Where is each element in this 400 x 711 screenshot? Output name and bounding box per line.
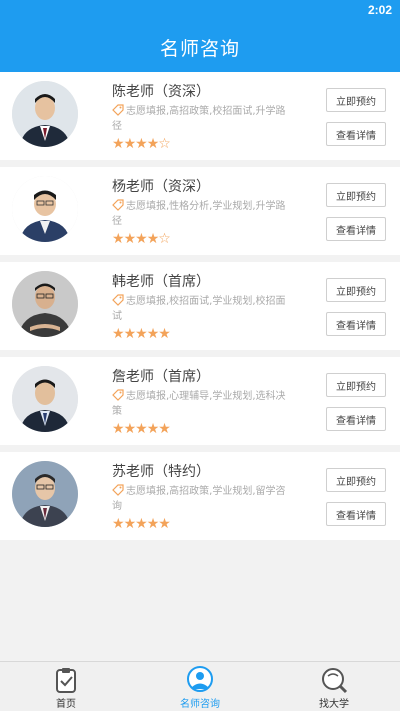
view-details-button[interactable]: 查看详情 — [326, 312, 386, 336]
star-icon: ★ — [135, 136, 148, 152]
teacher-name: 苏老师（特约） — [112, 464, 210, 480]
star-icon: ★ — [135, 326, 148, 342]
bottom-tab-bar: 首页 名师咨询 找大学 — [0, 661, 400, 711]
star-icon: ★ — [146, 516, 160, 532]
view-details-button[interactable]: 查看详情 — [326, 502, 386, 526]
book-now-button[interactable]: 立即预约 — [326, 278, 386, 302]
star-rating: ★★★★★ — [112, 421, 171, 437]
avatar — [12, 81, 78, 147]
avatar-portrait-icon — [12, 81, 78, 147]
star-icon: ★ — [146, 421, 160, 437]
view-details-button[interactable]: 查看详情 — [326, 407, 386, 431]
tab-label: 首页 — [56, 699, 76, 710]
tag-text: 志愿填报,性格分析,学业规划,升学路径 — [112, 201, 286, 227]
consultant-icon — [187, 666, 213, 692]
clipboard-icon — [56, 668, 76, 693]
view-details-button[interactable]: 查看详情 — [326, 122, 386, 146]
tag-icon — [112, 294, 124, 306]
star-icon: ★ — [123, 326, 137, 342]
star-icon: ★ — [135, 421, 148, 437]
teacher-card: 詹老师（首席） 志愿填报,心理辅导,学业规划,选科决策 ★★★★★ 立即预约 查… — [0, 357, 400, 445]
star-icon: ★ — [135, 231, 148, 247]
status-bar: 2:02 — [0, 0, 400, 22]
tag-icon — [112, 104, 124, 116]
star-rating: ★★★★☆ — [112, 231, 171, 247]
search-icon — [322, 668, 348, 694]
star-icon: ★ — [123, 136, 137, 152]
star-rating: ★★★★★ — [112, 516, 171, 532]
teacher-card: 杨老师（资深） 志愿填报,性格分析,学业规划,升学路径 ★★★★☆ 立即预约 查… — [0, 167, 400, 255]
tab-home[interactable]: 首页 — [16, 662, 116, 711]
star-icon: ★ — [158, 326, 171, 342]
avatar-portrait-icon — [12, 461, 78, 527]
teacher-tags: 志愿填报,高招政策,学业规划,留学咨询 — [112, 484, 288, 514]
star-icon: ★ — [158, 516, 171, 532]
book-now-button[interactable]: 立即预约 — [326, 373, 386, 397]
page-title: 名师咨询 — [159, 37, 240, 60]
teacher-tags: 志愿填报,校招面试,学业规划,校招面试 — [112, 294, 288, 324]
star-icon: ★ — [123, 516, 137, 532]
star-icon: ★ — [135, 516, 148, 532]
star-icon: ★ — [146, 231, 160, 247]
tag-icon — [112, 199, 124, 211]
star-icon: ★ — [112, 136, 125, 152]
star-icon: ★ — [158, 421, 171, 437]
teacher-tags: 志愿填报,高招政策,校招面试,升学路径 — [112, 104, 288, 134]
teacher-tags: 志愿填报,性格分析,学业规划,升学路径 — [112, 199, 288, 229]
teacher-name: 陈老师（资深） — [112, 84, 210, 100]
tag-text: 志愿填报,高招政策,学业规划,留学咨询 — [112, 486, 286, 512]
status-time: 2:02 — [367, 3, 392, 17]
book-now-button[interactable]: 立即预约 — [326, 468, 386, 492]
teacher-name: 杨老师（资深） — [112, 179, 210, 195]
avatar-portrait-icon — [12, 366, 78, 432]
avatar-portrait-icon — [12, 271, 78, 337]
view-details-button[interactable]: 查看详情 — [326, 217, 386, 241]
tag-icon — [112, 484, 124, 496]
star-icon: ★ — [146, 326, 160, 342]
teacher-name: 詹老师（首席） — [112, 369, 210, 385]
tab-find-university[interactable]: 找大学 — [284, 662, 384, 711]
teacher-card: 韩老师（首席） 志愿填报,校招面试,学业规划,校招面试 ★★★★★ 立即预约 查… — [0, 262, 400, 350]
star-outline-icon: ☆ — [158, 136, 171, 152]
star-icon: ★ — [112, 516, 125, 532]
teacher-tags: 志愿填报,心理辅导,学业规划,选科决策 — [112, 389, 288, 419]
tab-consult[interactable]: 名师咨询 — [150, 662, 250, 711]
avatar — [12, 271, 78, 337]
star-icon: ★ — [146, 136, 160, 152]
tag-text: 志愿填报,高招政策,校招面试,升学路径 — [112, 106, 286, 132]
teacher-card: 苏老师（特约） 志愿填报,高招政策,学业规划,留学咨询 ★★★★★ 立即预约 查… — [0, 452, 400, 540]
avatar-portrait-icon — [12, 176, 78, 242]
book-now-button[interactable]: 立即预约 — [326, 88, 386, 112]
avatar — [12, 366, 78, 432]
star-rating: ★★★★★ — [112, 326, 171, 342]
teacher-name: 韩老师（首席） — [112, 274, 210, 290]
app-header: 名师咨询 — [0, 22, 400, 72]
star-icon: ★ — [112, 421, 125, 437]
star-rating: ★★★★☆ — [112, 136, 171, 152]
tab-label: 名师咨询 — [180, 699, 220, 710]
tag-text: 志愿填报,心理辅导,学业规划,选科决策 — [112, 391, 286, 417]
tab-label: 找大学 — [319, 699, 349, 710]
star-icon: ★ — [123, 231, 137, 247]
star-icon: ★ — [123, 421, 137, 437]
tag-text: 志愿填报,校招面试,学业规划,校招面试 — [112, 296, 286, 322]
star-icon: ★ — [112, 326, 125, 342]
avatar — [12, 461, 78, 527]
tag-icon — [112, 389, 124, 401]
star-outline-icon: ☆ — [158, 231, 171, 247]
star-icon: ★ — [112, 231, 125, 247]
book-now-button[interactable]: 立即预约 — [326, 183, 386, 207]
teacher-card: 陈老师（资深） 志愿填报,高招政策,校招面试,升学路径 ★★★★☆ 立即预约 查… — [0, 72, 400, 160]
avatar — [12, 176, 78, 242]
